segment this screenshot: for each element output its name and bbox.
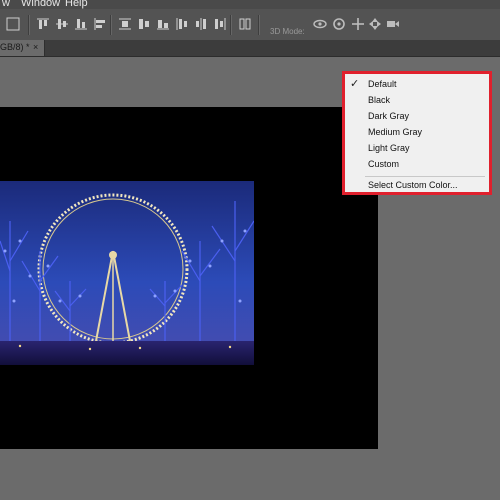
- toolbar-separator: [258, 15, 260, 35]
- align-top-edges-icon[interactable]: [36, 17, 50, 31]
- align-vertical-centers-icon[interactable]: [55, 17, 69, 31]
- toolbar-separator: [230, 15, 232, 35]
- document-tab-bar: GB/8) * ×: [0, 40, 500, 57]
- 3d-mode-label: 3D Mode:: [270, 27, 305, 36]
- menu-divider: [365, 176, 485, 177]
- document-tab-title: GB/8) *: [0, 42, 30, 52]
- photo-image: [0, 181, 254, 365]
- distribute-right-icon[interactable]: [213, 17, 227, 31]
- checkmark-icon: ✓: [350, 78, 360, 90]
- menu-item-black[interactable]: Black: [345, 93, 489, 109]
- menu-item-help[interactable]: Help: [65, 0, 88, 9]
- align-left-edges-icon[interactable]: [93, 17, 107, 31]
- menu-item-label: Dark Gray: [368, 111, 410, 121]
- menu-item-label: Black: [368, 95, 391, 105]
- distribute-left-icon[interactable]: [175, 17, 189, 31]
- menu-item-label: Light Gray: [368, 143, 410, 153]
- menu-item-dark-gray[interactable]: Dark Gray: [345, 109, 489, 125]
- distribute-top-icon[interactable]: [118, 17, 132, 31]
- distribute-horizontal-centers-icon[interactable]: [194, 17, 208, 31]
- options-bar: 3D Mode:: [0, 9, 500, 41]
- 3d-pan-icon[interactable]: [351, 17, 365, 31]
- 3d-scale-video-icon[interactable]: [386, 17, 400, 31]
- close-icon[interactable]: ×: [33, 42, 38, 52]
- menu-item-medium-gray[interactable]: Medium Gray: [345, 125, 489, 141]
- menu-item-default[interactable]: ✓ Default: [345, 77, 489, 93]
- menu-bar: w Window Help: [0, 0, 500, 9]
- align-bottom-edges-icon[interactable]: [74, 17, 88, 31]
- document-tab[interactable]: GB/8) * ×: [0, 40, 45, 56]
- toolbar-separator: [28, 15, 30, 35]
- menu-item-label: Custom: [368, 159, 400, 169]
- menu-item-custom[interactable]: Custom: [345, 157, 489, 173]
- menu-item-select-custom-color[interactable]: Select Custom Color...: [345, 178, 489, 194]
- 3d-orbit-icon[interactable]: [313, 17, 327, 31]
- menu-item-label: Default: [368, 79, 397, 89]
- canvas-color-context-menu: ✓ Default Black Dark Gray Medium Gray Li…: [342, 71, 492, 195]
- menu-item-view[interactable]: w: [2, 0, 10, 9]
- transform-controls-icon[interactable]: [6, 17, 20, 31]
- auto-align-layers-icon[interactable]: [238, 17, 252, 31]
- toolbar-separator: [110, 15, 112, 35]
- 3d-roll-icon[interactable]: [332, 17, 346, 31]
- menu-item-window[interactable]: Window: [21, 0, 60, 9]
- distribute-bottom-icon[interactable]: [156, 17, 170, 31]
- menu-item-label: Select Custom Color...: [368, 180, 458, 190]
- menu-item-light-gray[interactable]: Light Gray: [345, 141, 489, 157]
- menu-item-label: Medium Gray: [368, 127, 423, 137]
- distribute-vertical-centers-icon[interactable]: [137, 17, 151, 31]
- 3d-slide-icon[interactable]: [368, 17, 382, 31]
